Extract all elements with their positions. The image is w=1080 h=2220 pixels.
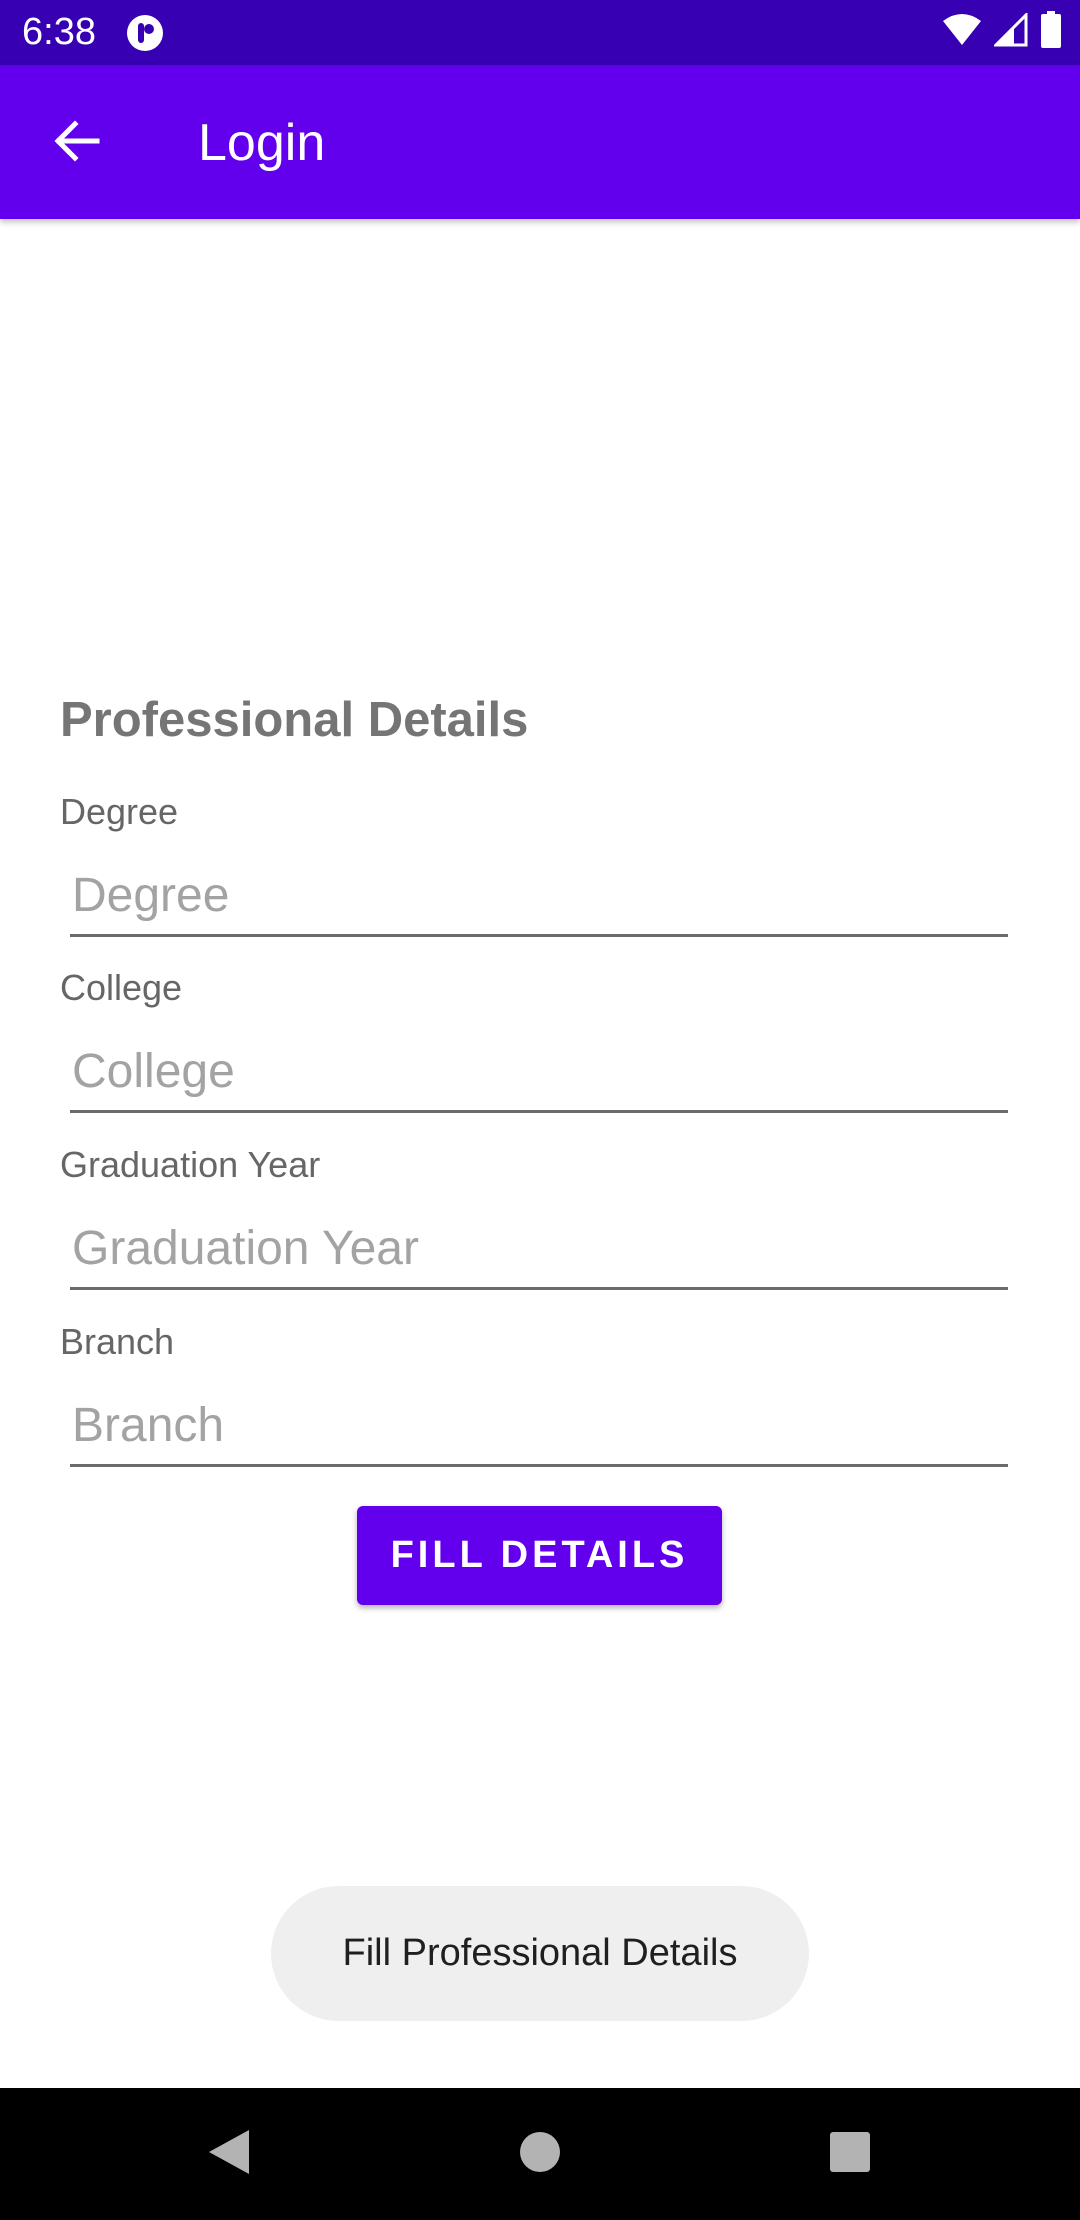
- section-title: Professional Details: [60, 693, 529, 747]
- recents-square-icon: [829, 2131, 871, 2178]
- college-input[interactable]: [70, 1033, 1008, 1113]
- graduation-year-input[interactable]: [70, 1210, 1008, 1290]
- nav-home-button[interactable]: [510, 2124, 570, 2184]
- status-icons: [942, 10, 1062, 54]
- cellular-signal-icon: [992, 10, 1028, 52]
- app-bar: Login: [0, 65, 1080, 219]
- app-notification-icon: [126, 14, 164, 52]
- college-label: College: [60, 967, 183, 1008]
- back-button[interactable]: [40, 107, 112, 179]
- graduation-year-label: Graduation Year: [60, 1144, 321, 1185]
- nav-bar: [0, 2088, 1080, 2220]
- app-title: Login: [198, 114, 326, 172]
- battery-icon: [1040, 10, 1062, 54]
- branch-label: Branch: [60, 1321, 175, 1362]
- fill-details-button[interactable]: FILL DETAILS: [357, 1506, 722, 1605]
- home-circle-icon: [519, 2131, 561, 2178]
- arrow-back-icon: [51, 116, 101, 171]
- screen: 6:38 Login Professional Details Degree D…: [0, 0, 1080, 2220]
- branch-input[interactable]: [70, 1387, 1008, 1467]
- back-triangle-icon: [205, 2128, 251, 2181]
- status-bar: 6:38: [0, 0, 1080, 65]
- toast-message: Fill Professional Details: [271, 1886, 809, 2021]
- degree-label: Degree: [60, 791, 179, 832]
- status-time: 6:38: [22, 11, 96, 53]
- degree-input[interactable]: [70, 857, 1008, 937]
- nav-recents-button[interactable]: [820, 2124, 880, 2184]
- nav-back-button[interactable]: [198, 2124, 258, 2184]
- wifi-icon: [942, 13, 982, 52]
